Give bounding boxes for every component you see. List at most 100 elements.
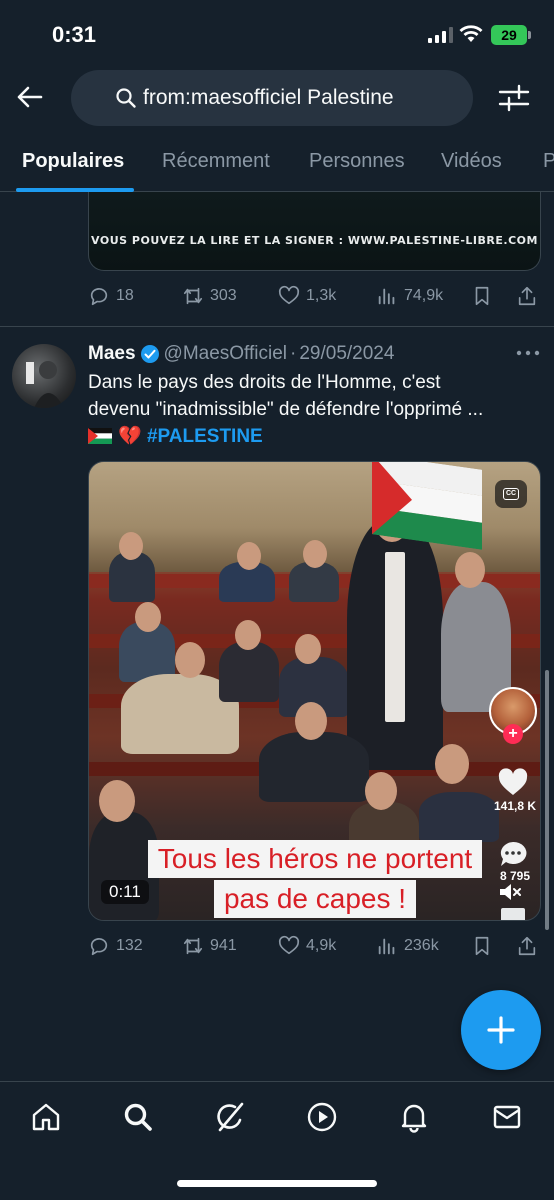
status-bar: 0:31 29 [0, 0, 554, 70]
video-caption-line2: pas de capes ! [213, 880, 417, 918]
video-person [219, 642, 279, 702]
scrollbar[interactable] [545, 670, 549, 930]
more-options-icon[interactable] [515, 345, 541, 361]
tweet1-view-count: 74,9k [404, 287, 444, 304]
mute-icon[interactable] [497, 880, 523, 904]
nav-video[interactable] [304, 1099, 340, 1135]
messages-icon [493, 1105, 521, 1129]
like-icon [278, 285, 300, 305]
author-name[interactable]: Maes [88, 343, 136, 365]
signal-icon [428, 27, 453, 43]
tweet1-media[interactable]: VOUS POUVEZ LA LIRE ET LA SIGNER : WWW.P… [88, 192, 541, 271]
avatar[interactable] [12, 344, 76, 408]
share-icon [518, 286, 536, 306]
tweet-video[interactable]: CC + 141,8 K 8 795 Tous les héros ne por… [88, 461, 541, 921]
video-person-head [175, 642, 205, 678]
header-separator: · [290, 343, 297, 364]
tweet-date[interactable]: 29/05/2024 [299, 343, 394, 365]
tweet1-reply-count: 18 [116, 287, 134, 304]
tab-recemment[interactable]: Récemment [162, 150, 270, 173]
back-arrow-icon [17, 86, 43, 108]
video-icon [307, 1102, 337, 1132]
video-person-head [365, 772, 397, 810]
tweet1-repost-button[interactable]: 303 [182, 281, 237, 311]
tweet2-reply-button[interactable]: 132 [88, 931, 143, 961]
tab-videos[interactable]: Vidéos [441, 150, 502, 173]
home-icon [32, 1103, 60, 1131]
tweet2-like-count: 4,9k [306, 937, 337, 954]
filter-icon[interactable] [497, 83, 531, 113]
share-icon [518, 936, 536, 956]
video-person [289, 562, 339, 602]
search-icon [116, 88, 136, 108]
tweet2-share-button[interactable] [516, 931, 538, 961]
tweet1-media-caption: VOUS POUVEZ LA LIRE ET LA SIGNER : WWW.P… [91, 234, 538, 247]
hashtag-link[interactable]: #PALESTINE [147, 426, 263, 447]
video-progress-thumb [501, 908, 525, 920]
nav-notifications[interactable] [396, 1099, 432, 1135]
video-person-head [235, 620, 261, 650]
tiktok-like-count: 141,8 K [493, 799, 537, 813]
views-icon [378, 288, 395, 305]
tweet1-views[interactable]: 74,9k [376, 281, 443, 311]
reply-icon [90, 288, 108, 306]
compose-plus-icon [487, 1016, 515, 1044]
bookmark-icon [475, 936, 489, 956]
nav-explore[interactable] [120, 1099, 156, 1135]
video-person-head [135, 602, 161, 632]
tweet-text-line3: 💔 #PALESTINE [88, 423, 540, 450]
tiktok-comment-icon [500, 841, 527, 866]
tweet-text: Dans le pays des droits de l'Homme, c'es… [88, 369, 540, 450]
battery-indicator: 29 [491, 25, 527, 45]
video-person-head [295, 702, 327, 740]
cc-icon: CC [503, 488, 519, 500]
tab-photos[interactable]: P [543, 150, 554, 173]
search-query: from:maesofficiel Palestine [143, 86, 394, 109]
tweet2-views[interactable]: 236k [376, 931, 439, 961]
tweet1-like-button[interactable]: 1,3k [278, 281, 336, 311]
tweet-divider [0, 326, 554, 327]
closed-captions-button[interactable]: CC [495, 480, 527, 508]
tweet1-bookmark-button[interactable] [471, 281, 493, 311]
repost-icon [183, 937, 203, 955]
tab-personnes[interactable]: Personnes [309, 150, 405, 173]
tweet2-repost-button[interactable]: 941 [182, 931, 237, 961]
search-tabs: Populaires Récemment Personnes Vidéos P [0, 140, 554, 192]
explore-icon [124, 1103, 152, 1131]
grok-icon [217, 1102, 244, 1132]
video-person-head [295, 634, 321, 664]
nav-grok[interactable] [212, 1099, 248, 1135]
video-person-head [237, 542, 261, 570]
tweet2-bookmark-button[interactable] [471, 931, 493, 961]
battery-nub [528, 31, 531, 39]
video-person-shirt [385, 552, 405, 722]
tweet1-share-button[interactable] [516, 281, 538, 311]
video-timer: 0:11 [101, 880, 149, 904]
tweet2-like-button[interactable]: 4,9k [278, 931, 336, 961]
tweet1-like-count: 1,3k [306, 287, 337, 304]
back-button[interactable] [12, 80, 46, 114]
avatar-image [26, 361, 64, 408]
home-indicator [177, 1180, 377, 1187]
broken-heart-emoji: 💔 [118, 426, 142, 447]
repost-icon [183, 287, 203, 305]
tab-populaires[interactable]: Populaires [22, 150, 124, 173]
tweet-text-line1: Dans le pays des droits de l'Homme, c'es… [88, 372, 441, 393]
tweet1-repost-count: 303 [210, 287, 237, 304]
search-input[interactable]: from:maesofficiel Palestine [71, 70, 473, 126]
tweet-text-line2: devenu "inadmissible" de défendre l'oppr… [88, 399, 484, 420]
nav-home[interactable] [28, 1099, 64, 1135]
video-person-head [303, 540, 327, 568]
nav-messages[interactable] [489, 1099, 525, 1135]
tweet2-header: Maes @MaesOfficiel · 29/05/2024 [88, 341, 394, 367]
compose-button[interactable] [461, 990, 541, 1070]
author-handle[interactable]: @MaesOfficiel [164, 343, 287, 365]
like-icon [278, 935, 300, 955]
video-caption: Tous les héros ne portent pas de capes ! [145, 840, 485, 920]
tweet1-reply-button[interactable]: 18 [88, 281, 134, 311]
tweet2-repost-count: 941 [210, 937, 237, 954]
video-person-head [435, 744, 469, 784]
video-person-head [455, 552, 485, 588]
video-person-head [99, 780, 135, 822]
notifications-icon [401, 1104, 427, 1133]
